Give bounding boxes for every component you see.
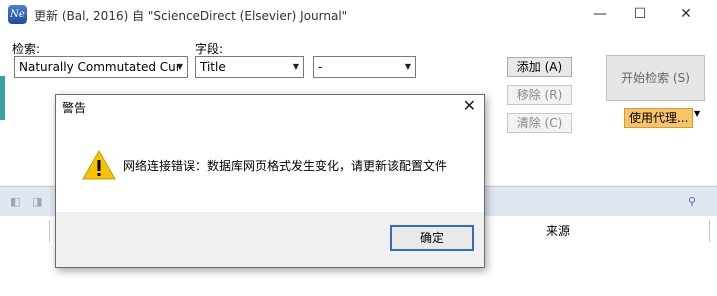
chevron-down-icon: ▼ <box>292 62 299 71</box>
dialog-message: 网络连接错误：数据库网页格式发生变化，请更新该配置文件 <box>123 159 448 173</box>
warning-dialog: 警告 ✕ 网络连接错误：数据库网页格式发生变化，请更新该配置文件 确定 <box>55 94 485 268</box>
operator-combo[interactable]: - ▼ <box>313 56 416 78</box>
close-icon[interactable]: ✕ <box>463 96 476 115</box>
field-label: 字段: <box>195 42 224 56</box>
search-term-combo[interactable]: Naturally Commutated Cur ▼ <box>14 56 188 78</box>
operator-value: - <box>318 60 323 74</box>
column-header-source[interactable]: 来源 <box>540 220 710 242</box>
add-button[interactable]: 添加 (A) <box>507 57 572 77</box>
move-right-icon[interactable]: ◨ <box>32 195 46 209</box>
ok-button[interactable]: 确定 <box>390 225 474 251</box>
search-label: 检索: <box>12 42 41 56</box>
maximize-button[interactable]: ☐ <box>617 0 663 30</box>
warning-icon <box>82 149 116 180</box>
move-left-icon[interactable]: ◧ <box>10 195 24 209</box>
use-proxy-button[interactable]: 使用代理... <box>624 108 693 128</box>
search-clear-icon[interactable]: ⚲ <box>688 195 702 209</box>
chevron-down-icon: ▼ <box>176 62 183 71</box>
field-value: Title <box>200 60 226 74</box>
title-bar: Ne 更新 (Bal, 2016) 自 "ScienceDirect (Else… <box>0 0 717 30</box>
clear-button[interactable]: 清除 (C) <box>507 113 572 133</box>
left-edge-strip <box>0 76 5 120</box>
start-search-button[interactable]: 开始检索 (S) <box>606 55 705 101</box>
dialog-footer: 确定 <box>56 212 484 267</box>
column-header-blank[interactable] <box>0 220 50 242</box>
field-combo[interactable]: Title ▼ <box>195 56 304 78</box>
app-logo-icon: Ne <box>8 5 27 24</box>
chevron-down-icon: ▼ <box>404 62 411 71</box>
dialog-title: 警告 <box>62 101 87 115</box>
chevron-down-icon[interactable]: ▼ <box>694 109 700 118</box>
search-term-value: Naturally Commutated Cur <box>19 60 181 74</box>
window-close-button[interactable]: ✕ <box>663 0 709 30</box>
remove-button[interactable]: 移除 (R) <box>507 85 572 105</box>
window-title: 更新 (Bal, 2016) 自 "ScienceDirect (Elsevie… <box>34 9 348 23</box>
